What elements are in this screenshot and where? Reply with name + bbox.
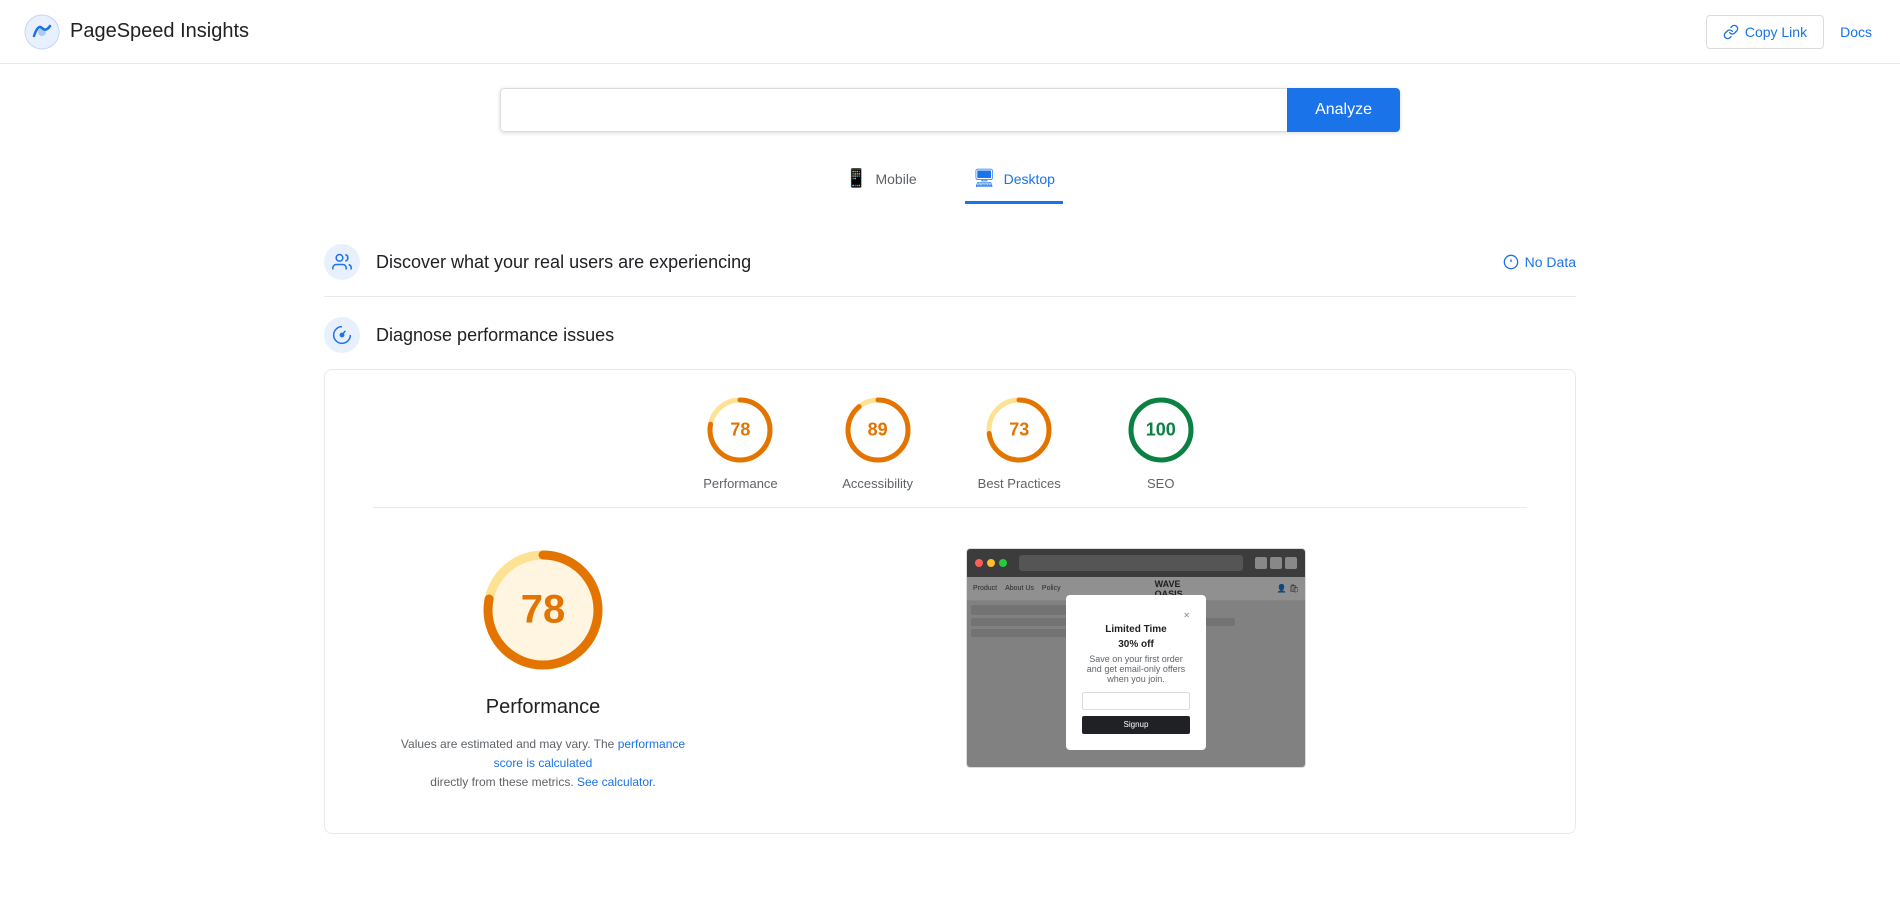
score-value-seo: 100 [1146, 420, 1176, 441]
screenshot-content: Product About Us Policy WAVEOASIS 👤 🛍 [967, 577, 1305, 767]
desktop-icon: 🖥 [973, 168, 996, 189]
score-label-performance: Performance [703, 476, 777, 491]
pagespeed-logo-icon [24, 14, 60, 50]
modal-email-input [1082, 692, 1190, 710]
no-data-label: No Data [1525, 254, 1576, 270]
browser-icon-2 [1270, 557, 1282, 569]
users-icon [332, 252, 352, 272]
tab-mobile[interactable]: 📱 Mobile [837, 156, 925, 204]
scores-panel: 78 Performance 89 Accessibility [324, 369, 1576, 834]
browser-icon-3 [1285, 557, 1297, 569]
browser-max-dot [999, 559, 1007, 567]
score-item-best-practices: 73 Best Practices [978, 394, 1061, 491]
screenshot-frame: Product About Us Policy WAVEOASIS 👤 🛍 [966, 548, 1306, 768]
score-label-accessibility: Accessibility [842, 476, 913, 491]
score-note: Values are estimated and may vary. The p… [393, 735, 693, 793]
screenshot-modal: ✕ Limited Time 30% off Save on your firs… [1066, 595, 1206, 750]
header-actions: Copy Link Docs [1706, 15, 1876, 49]
diagnose-icon-circle [324, 317, 360, 353]
header: PageSpeed Insights Copy Link Docs [0, 0, 1900, 64]
tabs-container: 📱 Mobile 🖥 Desktop [0, 148, 1900, 204]
discover-title: Discover what your real users are experi… [376, 252, 751, 273]
section-discover: Discover what your real users are experi… [324, 228, 1576, 297]
browser-url-bar [1019, 555, 1243, 571]
search-container: https://waveoasis.net/period-swimwear-bo… [500, 88, 1400, 132]
no-data-badge: No Data [1503, 254, 1576, 270]
score-circle-seo: 100 [1125, 394, 1197, 466]
tab-desktop-label: Desktop [1004, 171, 1055, 187]
performance-detail: 78 Performance Values are estimated and … [373, 524, 1527, 809]
diagnose-title: Diagnose performance issues [376, 325, 614, 346]
score-circle-performance: 78 [704, 394, 776, 466]
copy-link-label: Copy Link [1745, 24, 1807, 40]
section-discover-left: Discover what your real users are experi… [324, 244, 751, 280]
panel-divider [373, 507, 1527, 508]
score-circle-accessibility: 89 [842, 394, 914, 466]
performance-right: Product About Us Policy WAVEOASIS 👤 🛍 [745, 540, 1527, 793]
modal-subtitle: Save on your first order and get email-o… [1082, 654, 1190, 684]
big-score-label: Performance [486, 696, 601, 719]
modal-title: Limited Time [1082, 624, 1190, 635]
big-score-circle: 78 [473, 540, 613, 680]
app-logo: PageSpeed Insights [24, 14, 249, 50]
section-diagnose: Diagnose performance issues [324, 297, 1576, 369]
search-area: https://waveoasis.net/period-swimwear-bo… [0, 64, 1900, 148]
score-label-seo: SEO [1147, 476, 1174, 491]
score-item-performance: 78 Performance [703, 394, 777, 491]
modal-title2: 30% off [1082, 639, 1190, 650]
link-icon [1723, 24, 1739, 40]
browser-icon-1 [1255, 557, 1267, 569]
screenshot-modal-overlay: ✕ Limited Time 30% off Save on your firs… [967, 577, 1305, 767]
score-item-accessibility: 89 Accessibility [842, 394, 914, 491]
browser-bar [967, 549, 1305, 577]
score-label-best-practices: Best Practices [978, 476, 1061, 491]
main-content: Discover what your real users are experi… [300, 212, 1600, 874]
score-value-accessibility: 89 [868, 420, 888, 441]
tab-desktop[interactable]: 🖥 Desktop [965, 156, 1063, 204]
gauge-icon [332, 325, 352, 345]
mobile-icon: 📱 [845, 168, 867, 189]
calculator-link[interactable]: See calculator. [577, 775, 656, 789]
score-item-seo: 100 SEO [1125, 394, 1197, 491]
tab-mobile-label: Mobile [875, 171, 916, 187]
browser-min-dot [987, 559, 995, 567]
modal-signup-button: Signup [1082, 716, 1190, 734]
score-value-best-practices: 73 [1009, 420, 1029, 441]
url-input[interactable]: https://waveoasis.net/period-swimwear-bo… [500, 88, 1287, 132]
analyze-button[interactable]: Analyze [1287, 88, 1400, 132]
scores-row: 78 Performance 89 Accessibility [373, 394, 1527, 491]
copy-link-button[interactable]: Copy Link [1706, 15, 1824, 49]
docs-link[interactable]: Docs [1836, 16, 1876, 48]
app-title: PageSpeed Insights [70, 20, 249, 43]
performance-left: 78 Performance Values are estimated and … [373, 540, 713, 793]
browser-icons [1255, 557, 1297, 569]
score-value-performance: 78 [730, 420, 750, 441]
score-circle-best-practices: 73 [983, 394, 1055, 466]
big-score-value: 78 [521, 588, 566, 633]
info-icon [1503, 254, 1519, 270]
browser-close-dot [975, 559, 983, 567]
discover-icon-circle [324, 244, 360, 280]
